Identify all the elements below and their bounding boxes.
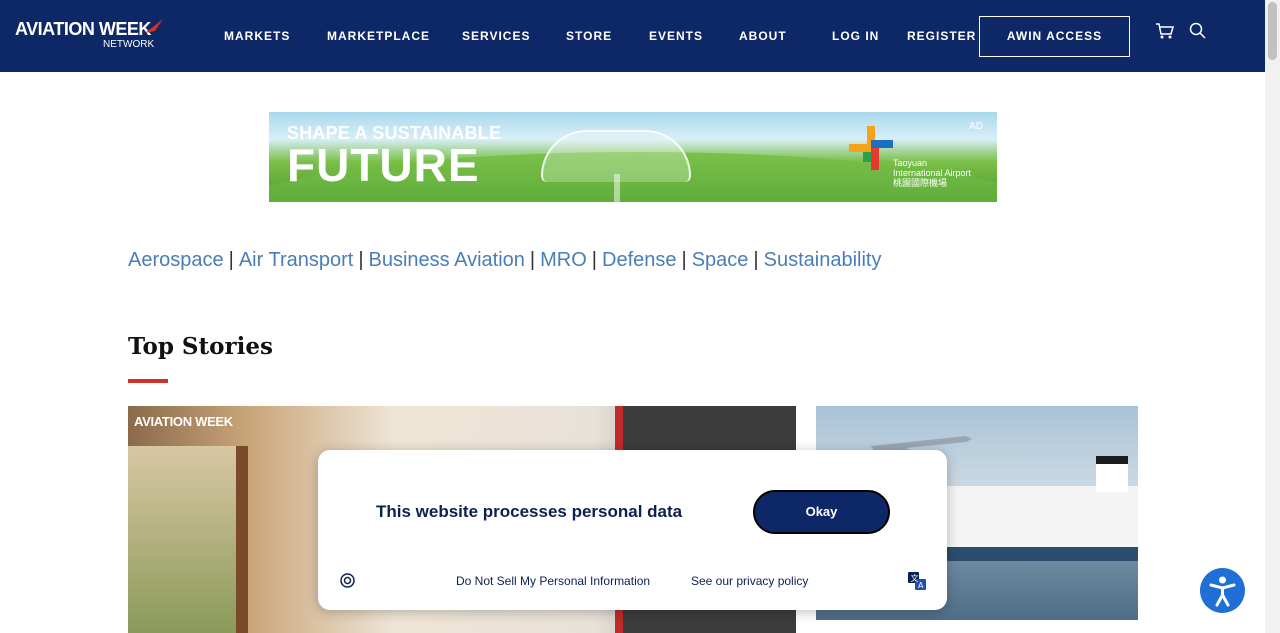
category-separator: | [529,249,536,271]
do-not-sell-link[interactable]: Do Not Sell My Personal Information [456,574,650,588]
scrollbar[interactable] [1265,0,1280,633]
category-defense[interactable]: Defense [602,249,677,271]
ship-funnel-graphic [1096,456,1128,492]
story-window-graphic [128,446,248,633]
accessibility-icon [1209,576,1236,607]
taoyuan-airport-logo-icon [849,126,893,170]
aviation-week-logo[interactable]: AVIATION WEEK NETWORK [15,19,163,50]
logo-check-icon [145,19,163,33]
category-separator: | [591,249,597,271]
accessibility-button[interactable] [1200,568,1245,613]
logo-main-text: AVIATION WEEK [15,19,151,39]
category-space[interactable]: Space [692,249,749,271]
consent-message: This website processes personal data [376,502,683,521]
category-mro[interactable]: MRO [540,249,587,271]
scrollbar-thumb[interactable] [1268,2,1277,60]
category-air-transport[interactable]: Air Transport [239,249,353,271]
category-separator: | [228,249,234,271]
site-header: AVIATION WEEK NETWORK MARKETS MARKETPLAC… [0,0,1280,72]
ad-label: AD [969,121,983,132]
category-links: Aerospace | Air Transport | Business Aviatio… [128,249,881,272]
heading-underline [128,379,168,383]
category-separator: | [358,249,364,271]
translate-icon[interactable]: 文 A [908,572,926,590]
nav-marketplace[interactable]: MARKETPLACE [327,29,430,43]
top-stories-heading: Top Stories [128,333,273,360]
consent-settings-icon[interactable] [339,572,356,589]
nav-markets[interactable]: MARKETS [224,29,290,43]
svg-text:A: A [918,581,924,590]
ad-banner[interactable]: SHAPE A SUSTAINABLE FUTURE AD Taoyuan In… [269,112,997,202]
category-separator: | [753,249,759,271]
logo-sub-text: NETWORK [103,39,155,50]
nav-register[interactable]: REGISTER [907,29,976,43]
ad-sponsor-text: Taoyuan International Airport 桃園國際機場 [893,158,971,188]
nav-events[interactable]: EVENTS [649,29,703,43]
nav-log-in[interactable]: LOG IN [832,29,879,43]
search-icon[interactable] [1189,22,1207,40]
category-sustainability[interactable]: Sustainability [764,249,882,271]
nav-store[interactable]: STORE [566,29,612,43]
ad-sponsor-line3: 桃園國際機場 [893,178,948,188]
ad-road-graphic [614,174,620,202]
nav-about[interactable]: ABOUT [739,29,787,43]
privacy-policy-link[interactable]: See our privacy policy [691,574,808,588]
ad-sponsor-line1: Taoyuan [893,158,928,168]
privacy-consent-dialog: This website processes personal data Oka… [318,450,947,610]
category-business-aviation[interactable]: Business Aviation [369,249,525,271]
nav-services[interactable]: SERVICES [462,29,530,43]
ad-headline-big: FUTURE [287,139,480,191]
ad-sponsor-line2: International Airport [893,168,972,178]
cart-icon[interactable] [1155,22,1175,40]
category-aerospace[interactable]: Aerospace [128,249,224,271]
story-watermark: AVIATION WEEK [134,414,233,429]
category-separator: | [681,249,687,271]
consent-okay-button[interactable]: Okay [753,490,890,534]
awin-access-button[interactable]: AWIN ACCESS [979,16,1130,57]
